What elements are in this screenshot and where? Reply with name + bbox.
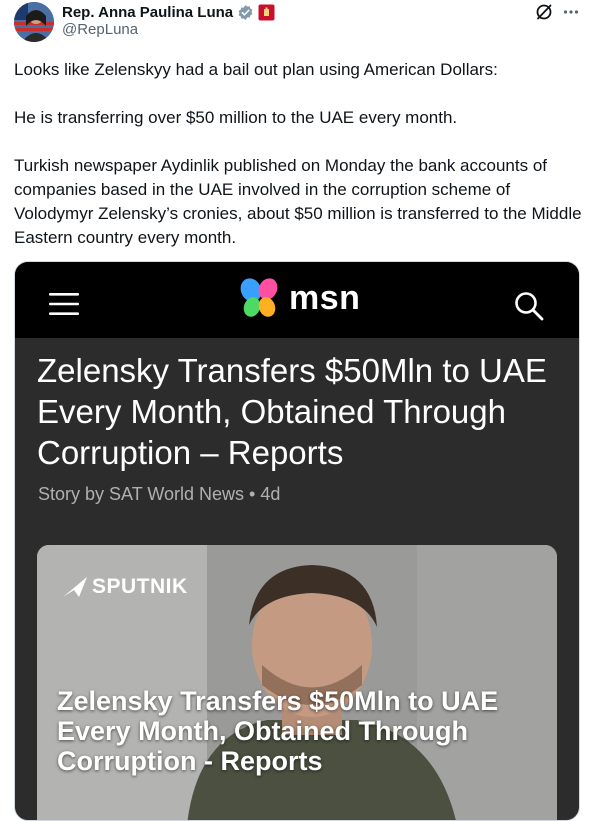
msn-header-bar: msn [15, 262, 579, 338]
image-overlay-title: Zelensky Transfers $50Mln to UAE Every M… [57, 686, 499, 776]
grok-icon[interactable] [535, 3, 553, 21]
msn-butterfly-icon [240, 278, 278, 317]
sputnik-logo: SPUTNIK [62, 575, 188, 599]
tweet-paragraph: Turkish newspaper Aydinlik published on … [14, 156, 582, 247]
msn-logo: msn [237, 276, 360, 320]
sputnik-wordmark: SPUTNIK [92, 575, 188, 598]
hamburger-icon [49, 292, 79, 316]
author-name-row: Rep. Anna Paulina Luna [62, 2, 275, 22]
tweet-paragraph: He is transferring over $50 million to t… [14, 108, 458, 127]
affiliation-flag-icon[interactable] [258, 4, 275, 21]
display-name[interactable]: Rep. Anna Paulina Luna [62, 4, 233, 21]
article-headline: Zelensky Transfers $50Mln to UAE Every M… [37, 352, 547, 471]
sputnik-arrow-icon [63, 577, 87, 597]
tweet-paragraph: Looks like Zelenskyy had a bail out plan… [14, 60, 498, 79]
verified-badge-icon [237, 4, 254, 21]
author-handle[interactable]: @RepLuna [62, 21, 138, 38]
article-photo: SPUTNIK Zelensky Transfers $50Mln to UAE… [37, 545, 557, 820]
attached-image[interactable]: msn Zelensky Transfers $50Mln to UAE Eve… [14, 261, 580, 821]
more-options-icon[interactable] [562, 3, 580, 21]
avatar[interactable] [14, 2, 54, 42]
tweet-text: Looks like Zelenskyy had a bail out plan… [14, 58, 584, 274]
article-byline: Story by SAT World News • 4d [38, 484, 281, 504]
search-icon [513, 290, 545, 322]
msn-wordmark: msn [289, 278, 361, 317]
